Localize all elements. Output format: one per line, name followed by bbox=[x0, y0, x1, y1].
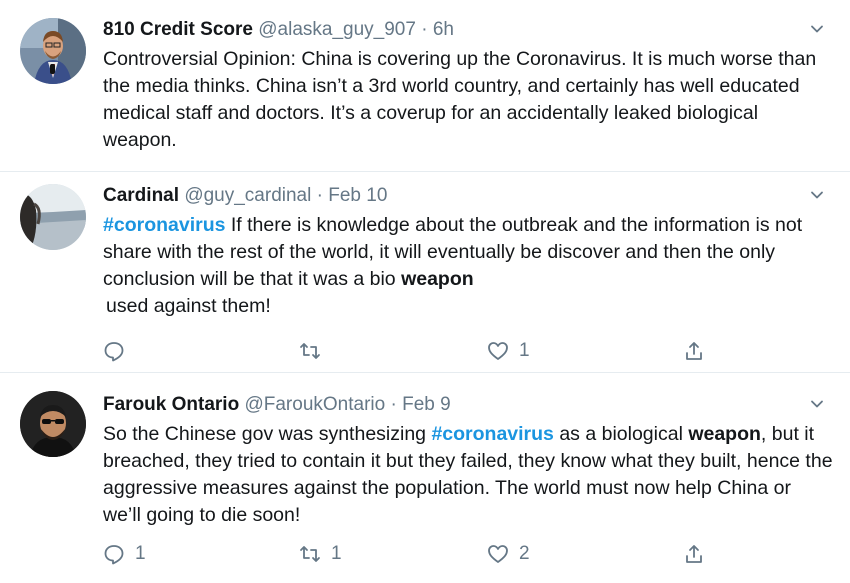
share-icon bbox=[686, 342, 702, 360]
share-icon bbox=[686, 545, 702, 563]
retweet-count: 1 bbox=[331, 543, 342, 564]
man-with-sunglasses-avatar[interactable] bbox=[20, 391, 86, 457]
tweet-text-part: So the Chinese gov was synthesizing bbox=[103, 423, 432, 445]
reply-icon bbox=[104, 545, 124, 565]
tweet-1[interactable]: 810 Credit Score @alaska_guy_907 · 6h Co… bbox=[0, 0, 850, 172]
author-name[interactable]: 810 Credit Score bbox=[103, 19, 253, 40]
tweet-actions: 1 bbox=[103, 336, 723, 366]
like-button[interactable]: 2 bbox=[487, 539, 530, 569]
share-button[interactable] bbox=[683, 336, 705, 366]
retweet-button[interactable]: 1 bbox=[299, 539, 342, 569]
tweet-timestamp[interactable]: Feb 9 bbox=[402, 394, 451, 415]
tweet-timestamp[interactable]: Feb 10 bbox=[328, 185, 387, 206]
tweet-text: So the Chinese gov was synthesizing #cor… bbox=[103, 421, 833, 529]
retweet-button[interactable] bbox=[299, 336, 321, 366]
separator-dot: · bbox=[316, 185, 323, 206]
share-button[interactable] bbox=[683, 539, 705, 569]
separator-dot: · bbox=[421, 19, 428, 40]
author-name[interactable]: Cardinal bbox=[103, 185, 179, 206]
tweet-header: Farouk Ontario @FaroukOntario · Feb 9 bbox=[103, 393, 451, 417]
chevron-down-icon[interactable] bbox=[810, 188, 824, 202]
like-button[interactable]: 1 bbox=[487, 336, 530, 366]
reply-icon bbox=[104, 342, 124, 362]
like-count: 1 bbox=[519, 340, 530, 361]
tweet-2[interactable]: Cardinal @guy_cardinal · Feb 10 #coronav… bbox=[0, 172, 850, 372]
author-handle[interactable]: @FaroukOntario bbox=[244, 394, 385, 415]
retweet-icon bbox=[300, 546, 320, 562]
heart-icon bbox=[488, 545, 508, 563]
tweet-text: Controversial Opinion: China is covering… bbox=[103, 48, 817, 151]
tweet-header: 810 Credit Score @alaska_guy_907 · 6h bbox=[103, 18, 454, 42]
tweet-actions: 1 1 2 bbox=[103, 539, 723, 569]
chevron-down-icon[interactable] bbox=[810, 22, 824, 36]
tweet-text-part: used against them! bbox=[106, 295, 271, 317]
landscape-avatar[interactable] bbox=[20, 184, 86, 250]
highlighted-word: weapon bbox=[688, 423, 761, 445]
author-handle[interactable]: @guy_cardinal bbox=[184, 185, 311, 206]
reply-button[interactable] bbox=[103, 336, 125, 366]
like-count: 2 bbox=[519, 543, 530, 564]
heart-icon bbox=[488, 342, 508, 360]
reply-button[interactable]: 1 bbox=[103, 539, 146, 569]
tweet-text-part: as a biological bbox=[553, 423, 689, 445]
hashtag-link[interactable]: #coronavirus bbox=[103, 214, 225, 236]
tweet-timestamp[interactable]: 6h bbox=[433, 19, 454, 40]
reply-count: 1 bbox=[135, 543, 146, 564]
tweet-header: Cardinal @guy_cardinal · Feb 10 bbox=[103, 184, 387, 208]
separator-dot: · bbox=[390, 394, 397, 415]
highlighted-word: weapon bbox=[401, 268, 474, 290]
tweet-3[interactable]: Farouk Ontario @FaroukOntario · Feb 9 So… bbox=[0, 373, 850, 583]
author-name[interactable]: Farouk Ontario bbox=[103, 394, 239, 415]
chevron-down-icon[interactable] bbox=[810, 397, 824, 411]
man-with-microphone-avatar[interactable] bbox=[20, 18, 86, 84]
retweet-icon bbox=[300, 343, 320, 359]
hashtag-link[interactable]: #coronavirus bbox=[431, 423, 553, 445]
tweet-text: #coronavirus If there is knowledge about… bbox=[103, 212, 833, 320]
author-handle[interactable]: @alaska_guy_907 bbox=[258, 19, 416, 40]
